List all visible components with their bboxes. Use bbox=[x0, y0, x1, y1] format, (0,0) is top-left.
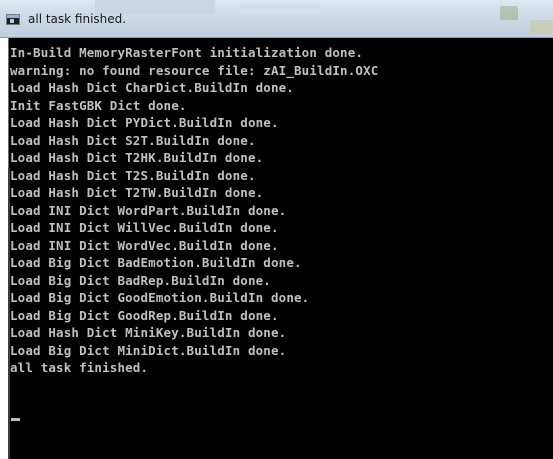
console-line: Init FastGBK Dict done. bbox=[10, 97, 187, 113]
console-line: Load Hash Dict T2S.BuildIn done. bbox=[10, 167, 256, 183]
console-line: Load Big Dict MiniDict.BuildIn done. bbox=[10, 342, 287, 358]
titlebar-background-blur bbox=[240, 4, 320, 14]
console-line: Load Hash Dict S2T.BuildIn done. bbox=[10, 132, 256, 148]
console-line: Load Hash Dict T2HK.BuildIn done. bbox=[10, 150, 264, 165]
console-line: Load INI Dict WordPart.BuildIn done. bbox=[10, 202, 287, 218]
console-line: Load Hash Dict CharDict.BuildIn done. bbox=[10, 80, 294, 95]
title-bar[interactable]: all task finished. bbox=[0, 0, 553, 38]
window-title: all task finished. bbox=[28, 12, 127, 26]
console-line: Load Hash Dict PYDict.BuildIn done. bbox=[10, 115, 279, 130]
titlebar-background-blur bbox=[530, 20, 553, 34]
console-line: Load Hash Dict T2TW.BuildIn done. bbox=[10, 185, 264, 200]
console-line: Load INI Dict WillVec.BuildIn done. bbox=[10, 220, 279, 235]
console-line: Load Hash Dict MiniKey.BuildIn done. bbox=[10, 325, 287, 340]
console-line: Load Big Dict BadEmotion.BuildIn done. bbox=[10, 255, 302, 270]
text-cursor bbox=[11, 418, 20, 421]
titlebar-background-blur bbox=[500, 6, 518, 20]
console-window-icon[interactable] bbox=[6, 14, 20, 25]
console-line: Load Big Dict GoodEmotion.BuildIn done. bbox=[10, 290, 310, 305]
console-line: In-Build MemoryRasterFont initialization… bbox=[10, 45, 364, 60]
console-line: warning: no found resource file: zAI_Bui… bbox=[10, 62, 379, 78]
console-line: Load Big Dict GoodRep.BuildIn done. bbox=[10, 307, 279, 323]
console-output-lines: In-Build MemoryRasterFont initialization… bbox=[10, 44, 378, 377]
console-window: all task finished. In-Build MemoryRaster… bbox=[0, 0, 553, 459]
console-line: all task finished. bbox=[10, 360, 149, 375]
console-line: Load Big Dict BadRep.BuildIn done. bbox=[10, 272, 271, 288]
console-line: Load INI Dict WordVec.BuildIn done. bbox=[10, 237, 279, 253]
